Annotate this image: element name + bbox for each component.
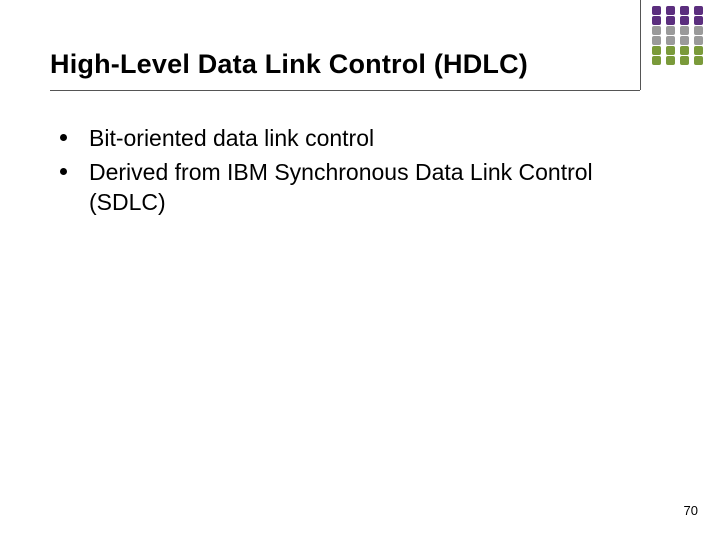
- decor-dot: [652, 36, 661, 45]
- slide-title: High-Level Data Link Control (HDLC): [50, 48, 610, 80]
- decor-dot: [666, 36, 675, 45]
- decor-dot: [694, 16, 703, 25]
- decor-dot: [666, 16, 675, 25]
- decor-dot: [666, 26, 675, 35]
- bullet-text: Derived from IBM Synchronous Data Link C…: [89, 158, 620, 218]
- decor-dot: [694, 56, 703, 65]
- decor-dot: [652, 6, 661, 15]
- slide: High-Level Data Link Control (HDLC) Bit-…: [0, 0, 720, 540]
- decor-dot: [694, 46, 703, 55]
- bullet-icon: [60, 168, 67, 175]
- title-rule-vertical: [640, 0, 641, 90]
- decor-dot: [666, 6, 675, 15]
- decor-dot: [652, 56, 661, 65]
- decor-dot: [680, 36, 689, 45]
- decor-dot: [652, 46, 661, 55]
- bullet-icon: [60, 134, 67, 141]
- decor-dot: [694, 36, 703, 45]
- bullet-list: Bit-oriented data link control Derived f…: [60, 124, 620, 222]
- corner-dot-grid: [652, 6, 706, 66]
- decor-dot: [652, 26, 661, 35]
- decor-dot: [652, 16, 661, 25]
- title-rule: [50, 90, 640, 91]
- bullet-text: Bit-oriented data link control: [89, 124, 374, 154]
- decor-dot: [666, 46, 675, 55]
- title-wrap: High-Level Data Link Control (HDLC): [50, 48, 610, 80]
- page-number: 70: [684, 503, 698, 518]
- decor-dot: [680, 26, 689, 35]
- decor-dot: [666, 56, 675, 65]
- decor-dot: [680, 56, 689, 65]
- decor-dot: [694, 6, 703, 15]
- decor-dot: [680, 46, 689, 55]
- list-item: Bit-oriented data link control: [60, 124, 620, 154]
- decor-dot: [680, 6, 689, 15]
- list-item: Derived from IBM Synchronous Data Link C…: [60, 158, 620, 218]
- decor-dot: [680, 16, 689, 25]
- decor-dot: [694, 26, 703, 35]
